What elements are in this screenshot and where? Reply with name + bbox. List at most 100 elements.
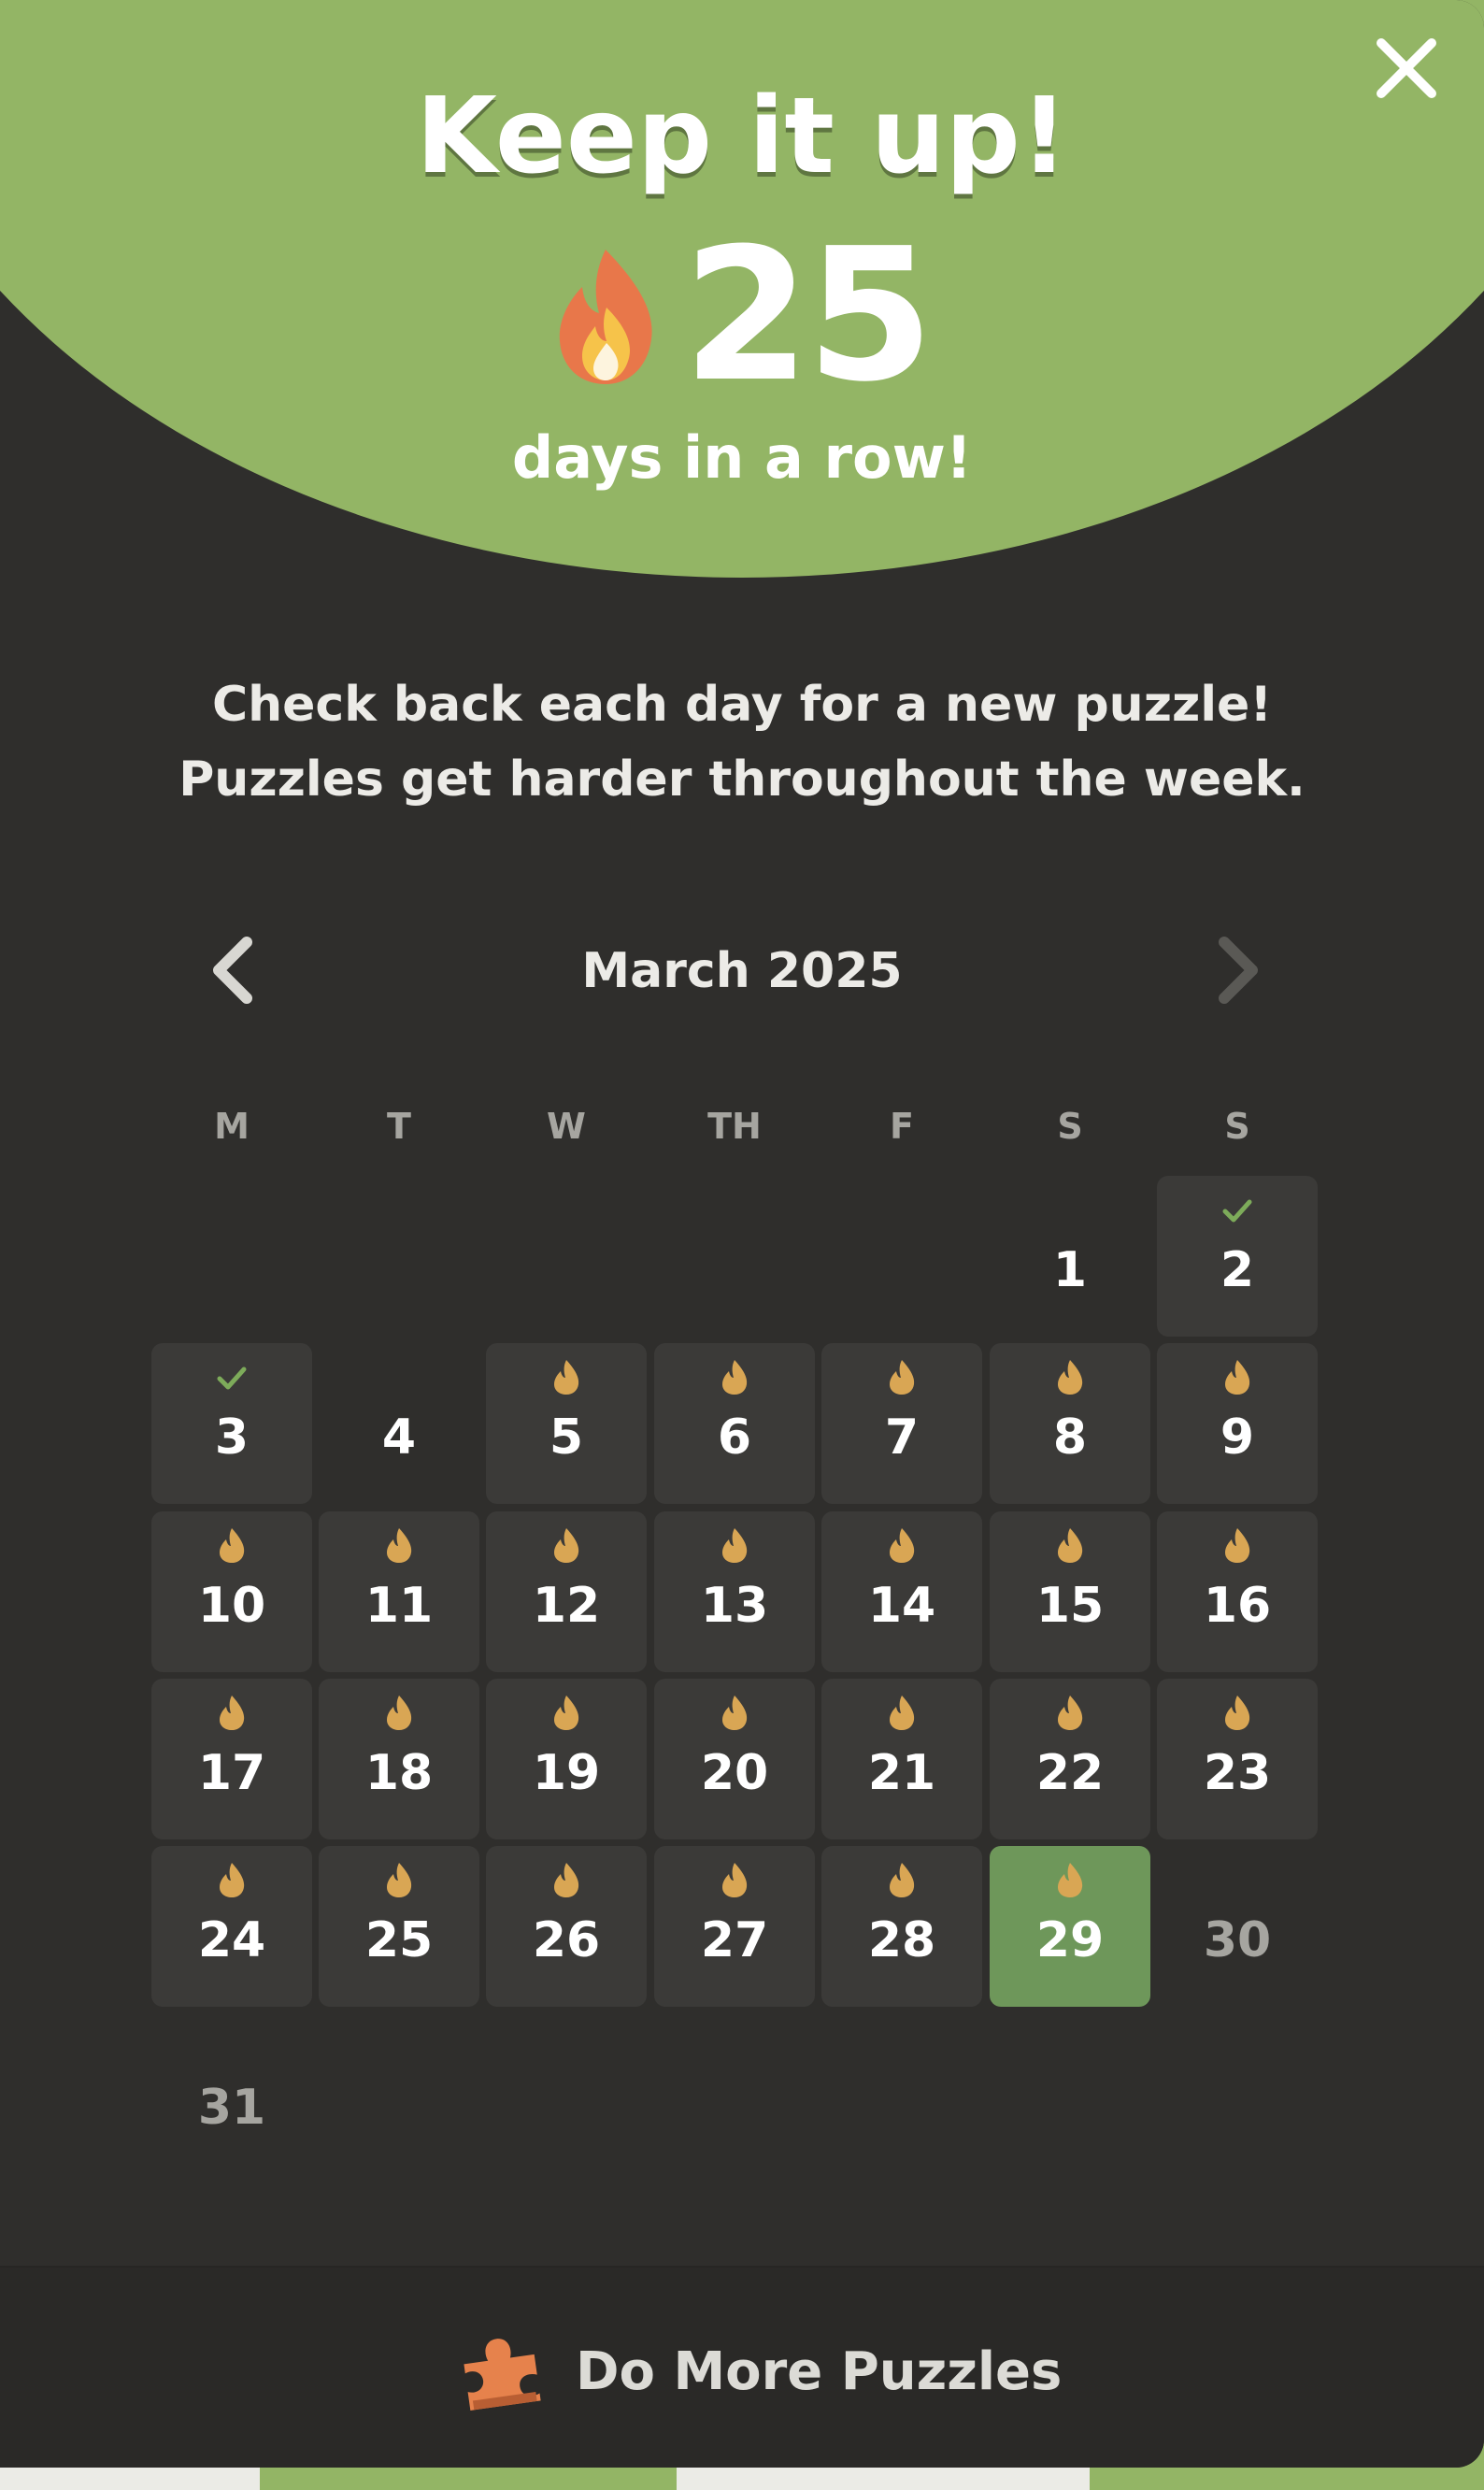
flame-icon	[1225, 1528, 1250, 1563]
calendar-day-number: 22	[1035, 1745, 1105, 1801]
calendar-day-21[interactable]: 21	[821, 1679, 982, 1839]
weekday-label: M	[214, 1106, 250, 1147]
fire-icon	[559, 250, 652, 384]
checkmark-icon	[1222, 1199, 1252, 1223]
calendar-day-number: 27	[700, 1912, 769, 1968]
flame-icon	[387, 1863, 412, 1897]
footer-bar: Do More Puzzles	[0, 2266, 1484, 2468]
calendar-day-number: 13	[700, 1578, 769, 1634]
calendar-day-9[interactable]: 9	[1157, 1343, 1318, 1504]
calendar-day-number: 11	[364, 1578, 434, 1634]
weekday-label: S	[1224, 1106, 1250, 1147]
weekday-label: TH	[707, 1106, 762, 1147]
flame-icon	[722, 1528, 748, 1563]
next-month-button[interactable]	[1198, 933, 1273, 1008]
flame-icon	[554, 1360, 579, 1395]
calendar-day-number: 21	[867, 1745, 936, 1801]
message-line-2: Puzzles get harder throughout the week.	[178, 751, 1306, 808]
calendar-day-20[interactable]: 20	[654, 1679, 815, 1839]
streak-modal: Keep it up! 25 days in a row! Check back…	[0, 0, 1484, 2468]
weekday-label: W	[547, 1106, 586, 1147]
calendar-day-number: 20	[700, 1745, 769, 1801]
flame-icon	[722, 1696, 748, 1730]
calendar-day-27[interactable]: 27	[654, 1846, 815, 2007]
calendar-day-number: 5	[549, 1410, 584, 1466]
calendar-day-number: 4	[381, 1410, 417, 1466]
streak-count: 25	[682, 209, 935, 422]
calendar-day-number: 10	[197, 1578, 266, 1634]
calendar-day-10[interactable]: 10	[151, 1511, 312, 1672]
calendar-day-number: 25	[364, 1912, 434, 1968]
calendar-day-22[interactable]: 22	[990, 1679, 1150, 1839]
calendar-day-3[interactable]: 3	[151, 1343, 312, 1504]
flame-icon	[1225, 1360, 1250, 1395]
calendar-day-19[interactable]: 19	[486, 1679, 647, 1839]
calendar-day-number: 30	[1203, 1912, 1272, 1968]
info-message: Check back each day for a new puzzle! Pu…	[0, 667, 1484, 817]
weekday-label: F	[890, 1106, 914, 1147]
do-more-puzzles-button[interactable]: Do More Puzzles	[458, 2329, 1062, 2413]
calendar-day-number: 16	[1203, 1578, 1272, 1634]
calendar-day-17[interactable]: 17	[151, 1679, 312, 1839]
flame-icon	[1225, 1696, 1250, 1730]
flame-icon	[554, 1528, 579, 1563]
calendar-day-6[interactable]: 6	[654, 1343, 815, 1504]
puzzle-piece-icon	[464, 2339, 541, 2411]
calendar-day-12[interactable]: 12	[486, 1511, 647, 1672]
calendar-day-13[interactable]: 13	[654, 1511, 815, 1672]
checkmark-icon	[217, 1367, 247, 1390]
calendar-day-number: 6	[717, 1410, 752, 1466]
flame-icon	[387, 1528, 412, 1563]
calendar-day-23[interactable]: 23	[1157, 1679, 1318, 1839]
calendar-day-25[interactable]: 25	[319, 1846, 479, 2007]
flame-icon	[220, 1696, 245, 1730]
chevron-right-icon	[1219, 937, 1258, 1004]
page-background-strip	[0, 2468, 260, 2490]
flame-icon	[220, 1528, 245, 1563]
calendar-day-11[interactable]: 11	[319, 1511, 479, 1672]
streak-label: days in a row!	[511, 423, 973, 492]
calendar-day-number: 23	[1203, 1745, 1272, 1801]
flame-icon	[387, 1696, 412, 1730]
weekday-label: T	[387, 1106, 411, 1147]
calendar-day-15[interactable]: 15	[990, 1511, 1150, 1672]
calendar-day-number: 3	[214, 1410, 250, 1466]
weekday-label: S	[1057, 1106, 1083, 1147]
calendar-day-7[interactable]: 7	[821, 1343, 982, 1504]
flame-icon	[1058, 1360, 1083, 1395]
calendar-day-5[interactable]: 5	[486, 1343, 647, 1504]
calendar-day-number: 12	[532, 1578, 601, 1634]
calendar-day-8[interactable]: 8	[990, 1343, 1150, 1504]
calendar-day-number: 2	[1220, 1242, 1255, 1298]
page-title: Keep it up!	[416, 76, 1068, 197]
calendar-day-number: 31	[197, 2080, 266, 2136]
calendar-day-18[interactable]: 18	[319, 1679, 479, 1839]
calendar-day-30: 30	[1157, 1846, 1318, 2007]
calendar-day-number: 19	[532, 1745, 601, 1801]
calendar-day-number: 26	[532, 1912, 601, 1968]
calendar-day-number: 28	[867, 1912, 936, 1968]
calendar-day-16[interactable]: 16	[1157, 1511, 1318, 1672]
footer-button-label: Do More Puzzles	[576, 2340, 1063, 2402]
calendar-day-24[interactable]: 24	[151, 1846, 312, 2007]
calendar-day-number: 1	[1052, 1242, 1088, 1298]
calendar-day-14[interactable]: 14	[821, 1511, 982, 1672]
streak-display: 25	[0, 222, 1484, 409]
calendar-day-number: 18	[364, 1745, 434, 1801]
flame-icon	[554, 1696, 579, 1730]
flame-icon	[554, 1863, 579, 1897]
calendar-day-number: 24	[197, 1912, 266, 1968]
calendar-day-2[interactable]: 2	[1157, 1176, 1318, 1337]
calendar-day-26[interactable]: 26	[486, 1846, 647, 2007]
calendar-day-4[interactable]: 4	[319, 1343, 479, 1504]
calendar-day-31: 31	[151, 2013, 312, 2174]
calendar-day-number: 29	[1035, 1912, 1105, 1968]
calendar-day-28[interactable]: 28	[821, 1846, 982, 2007]
flame-icon	[220, 1863, 245, 1897]
flame-icon	[722, 1863, 748, 1897]
calendar-day-29[interactable]: 29	[990, 1846, 1150, 2007]
flame-icon	[1058, 1528, 1083, 1563]
calendar-day-number: 15	[1035, 1578, 1105, 1634]
page-background-strip	[677, 2468, 1090, 2490]
calendar-day-1[interactable]: 1	[990, 1176, 1150, 1337]
